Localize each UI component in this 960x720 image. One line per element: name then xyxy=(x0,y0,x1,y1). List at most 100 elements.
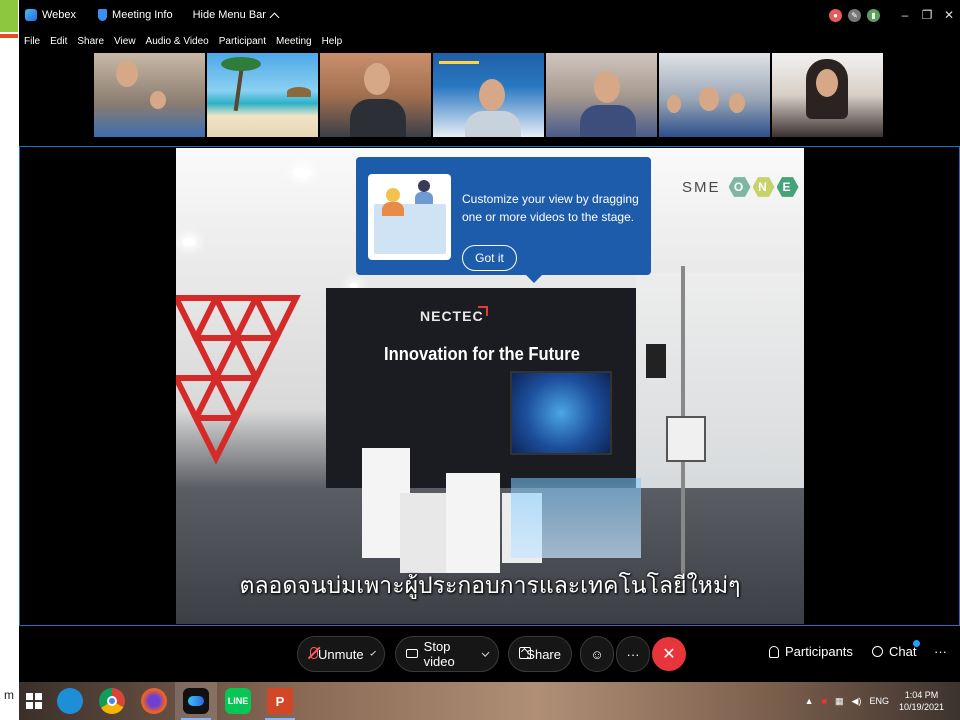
close-button[interactable]: ✕ xyxy=(938,8,960,22)
hide-menu-bar-label: Hide Menu Bar xyxy=(192,9,266,21)
main-stage: NECTEC Innovation for the Future SME O N… xyxy=(19,146,960,626)
participants-button[interactable]: Participants xyxy=(769,644,853,659)
share-icon xyxy=(519,647,531,661)
muted-mic-icon xyxy=(307,646,321,661)
app-name: Webex xyxy=(42,9,77,21)
taskbar-app-edge[interactable] xyxy=(49,682,91,720)
pen-status-icon[interactable]: ✎ xyxy=(848,8,861,22)
chat-notification-badge xyxy=(913,640,920,647)
share-button[interactable]: Share xyxy=(508,636,572,672)
participants-label: Participants xyxy=(785,644,853,659)
taskbar-app-firefox[interactable] xyxy=(133,682,175,720)
powerpoint-icon: P xyxy=(267,688,293,714)
tooltip-illustration xyxy=(368,174,451,260)
share-label: Share xyxy=(526,646,561,662)
more-options-button[interactable]: ··· xyxy=(616,636,650,672)
menu-view[interactable]: View xyxy=(114,36,136,47)
menu-share[interactable]: Share xyxy=(77,36,104,47)
sensor-box xyxy=(666,416,706,462)
language-indicator[interactable]: ENG xyxy=(869,696,889,706)
volume-icon[interactable]: ◀) xyxy=(852,696,862,707)
stop-video-button[interactable]: Stop video xyxy=(395,636,499,672)
meeting-info-button[interactable]: Meeting Info xyxy=(98,9,173,21)
display-pedestal xyxy=(446,473,500,573)
webex-app-menu[interactable]: Webex xyxy=(25,9,76,21)
system-clock[interactable]: 1:04 PM 10/19/2021 xyxy=(899,689,944,713)
title-bar: Webex Meeting Info Hide Menu Bar ● ✎ ▮ –… xyxy=(19,0,960,30)
chrome-icon xyxy=(99,688,125,714)
participant-video-tile[interactable] xyxy=(207,53,318,137)
video-subtitle: ตลอดจนบ่มเพาะผู้ประกอบการและเทคโนโลยีใหม… xyxy=(239,572,741,598)
taskbar-app-powerpoint[interactable]: P xyxy=(259,682,301,720)
overflow-menu-button[interactable]: ··· xyxy=(934,644,947,659)
customize-view-tooltip: Customize your view by dragging one or m… xyxy=(356,157,651,283)
record-status-icon[interactable]: ● xyxy=(829,8,842,22)
taskbar-app-line[interactable]: LINE xyxy=(217,682,259,720)
line-icon: LINE xyxy=(225,688,251,714)
clock-date: 10/19/2021 xyxy=(898,702,944,712)
taskbar-app-webex[interactable] xyxy=(175,682,217,720)
tooltip-text: Customize your view by dragging one or m… xyxy=(462,192,639,224)
firefox-icon xyxy=(141,688,167,714)
solar-panel xyxy=(646,344,666,378)
display-pedestal xyxy=(400,493,446,573)
menu-help[interactable]: Help xyxy=(322,36,343,47)
participants-icon xyxy=(769,645,779,658)
participant-video-tile[interactable] xyxy=(659,53,770,137)
display-screen xyxy=(510,371,612,455)
slide-text-fragment: m xyxy=(4,688,14,702)
chat-icon xyxy=(872,646,883,657)
edge-icon xyxy=(57,688,83,714)
sme-one-hex-e: E xyxy=(776,177,799,197)
chat-label: Chat xyxy=(889,644,917,659)
menu-edit[interactable]: Edit xyxy=(50,36,67,47)
menu-bar: File Edit Share View Audio & Video Parti… xyxy=(19,32,960,50)
innovation-headline: Innovation for the Future xyxy=(384,344,580,364)
unmute-button[interactable]: Unmute xyxy=(297,636,385,672)
minimize-button[interactable]: – xyxy=(894,8,916,22)
sme-text: SME xyxy=(682,178,721,196)
menu-audio-video[interactable]: Audio & Video xyxy=(146,36,209,47)
network-icon[interactable]: ▦ xyxy=(835,696,844,707)
tray-chevron-up-icon[interactable]: ▲ xyxy=(805,696,814,706)
sme-one-logo: SME O N E xyxy=(682,176,799,198)
camera-icon xyxy=(406,647,418,661)
chevron-down-icon[interactable] xyxy=(481,648,490,657)
participant-strip xyxy=(94,53,885,137)
maximize-button[interactable]: ❐ xyxy=(916,8,938,22)
reactions-button[interactable]: ☺ xyxy=(580,636,614,672)
windows-taskbar: LINE P ▲ ■ ▦ ◀) ENG 1:04 PM 10/19/2021 xyxy=(19,682,960,720)
participant-video-tile[interactable] xyxy=(320,53,431,137)
participant-video-tile[interactable] xyxy=(772,53,883,137)
participant-video-tile[interactable] xyxy=(546,53,657,137)
webex-window: Webex Meeting Info Hide Menu Bar ● ✎ ▮ –… xyxy=(19,0,960,682)
participant-video-tile[interactable] xyxy=(94,53,205,137)
system-tray: ▲ ■ ▦ ◀) ENG 1:04 PM 10/19/2021 xyxy=(801,689,960,713)
chat-button[interactable]: Chat xyxy=(872,644,916,659)
taskbar-app-chrome[interactable] xyxy=(91,682,133,720)
red-lattice-wall xyxy=(176,295,301,465)
meeting-info-label: Meeting Info xyxy=(112,9,173,21)
slide-accent-red xyxy=(0,34,18,38)
hide-menu-bar-button[interactable]: Hide Menu Bar xyxy=(192,9,280,22)
got-it-button[interactable]: Got it xyxy=(462,245,517,271)
chevron-down-icon[interactable] xyxy=(369,649,376,656)
menu-meeting[interactable]: Meeting xyxy=(276,36,312,47)
ceiling-light xyxy=(182,238,196,246)
webex-logo-icon xyxy=(25,9,37,21)
menu-participant[interactable]: Participant xyxy=(219,36,266,47)
meeting-controls: Unmute Stop video Share ☺ ··· ✕ Particip… xyxy=(19,626,960,682)
signal-status-icon[interactable]: ▮ xyxy=(867,8,880,22)
shield-icon xyxy=(98,9,108,21)
start-button[interactable] xyxy=(19,682,49,720)
participant-video-tile[interactable] xyxy=(433,53,544,137)
nectec-mark-icon xyxy=(478,306,488,316)
nectec-logo-text: NECTEC xyxy=(420,308,484,324)
glass-model xyxy=(511,478,641,558)
stop-video-label: Stop video xyxy=(423,639,455,669)
menu-file[interactable]: File xyxy=(24,36,40,47)
chevron-up-icon xyxy=(269,12,280,22)
leave-meeting-button[interactable]: ✕ xyxy=(652,637,686,671)
ceiling-light xyxy=(294,168,310,178)
tray-app-icon[interactable]: ■ xyxy=(822,696,827,706)
